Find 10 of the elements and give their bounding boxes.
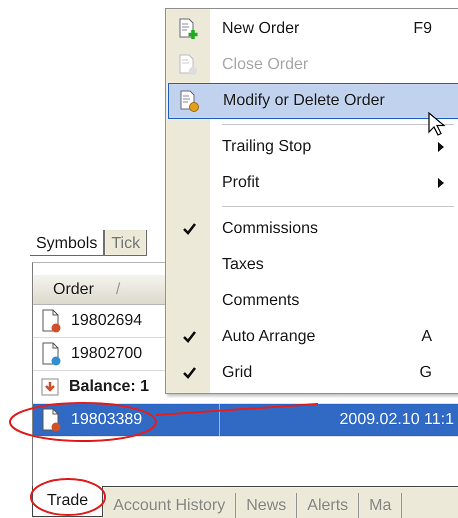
table-cell-text: 19803389 [70,410,144,430]
shortcut-label: G [420,363,432,383]
shortcut-label: F9 [413,19,432,39]
table-cell-text: 19802700 [70,344,144,364]
sort-indicator: / [116,280,120,300]
shortcut-label: A [421,327,432,347]
table-cell-text: Balance: 1 [68,377,150,397]
table-cell: 2009.02.10 11:1 [218,404,458,436]
column-label: Order [53,280,94,300]
table-cell-text: 19802694 [70,311,144,331]
